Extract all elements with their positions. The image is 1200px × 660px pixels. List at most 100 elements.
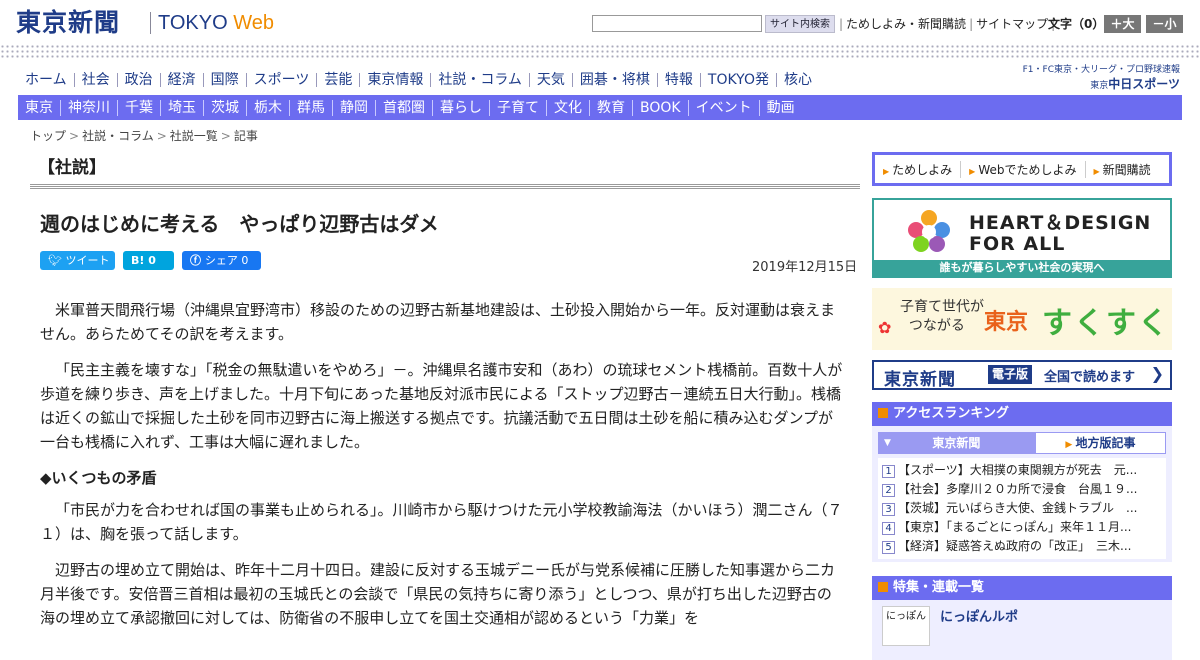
square-bullet-icon [878, 582, 888, 592]
breadcrumb-editorial-list[interactable]: 社説一覧 [170, 129, 218, 143]
nav-region-gunma[interactable]: 群馬 [290, 99, 333, 116]
nav-region-shutoken[interactable]: 首都圏 [376, 99, 433, 116]
rank-number: 5 [882, 541, 895, 554]
rank-number: 3 [882, 503, 895, 516]
series-list-header: 特集・連載一覧 [872, 576, 1172, 600]
main-nav: ホーム 社会 政治 経済 国際 スポーツ 芸能 東京情報 社説・コラム 天気 囲… [18, 67, 819, 93]
rank-number: 2 [882, 484, 895, 497]
nav-society[interactable]: 社会 [75, 73, 118, 87]
nav-kakushin[interactable]: 核心 [777, 73, 819, 87]
nav-region-tochigi[interactable]: 栃木 [247, 99, 290, 116]
trial-subscribe-link[interactable]: ためしよみ・新聞購読 [846, 17, 966, 31]
square-bullet-icon [878, 408, 888, 418]
series-item[interactable]: にっぽん にっぽんルポ [872, 600, 1172, 660]
breadcrumb-current: 記事 [233, 129, 258, 143]
ranking-item-title: 【スポーツ】大相撲の東関親方が死去 元... [898, 463, 1138, 477]
nav-region-saitama[interactable]: 埼玉 [161, 99, 204, 116]
nav-culture[interactable]: 文化 [547, 99, 590, 116]
series-item-title: にっぽんルポ [940, 610, 1019, 625]
nav-entertainment[interactable]: 芸能 [317, 73, 361, 87]
logo-divider [150, 12, 151, 34]
nav-editorial[interactable]: 社説・コラム [431, 73, 530, 87]
facebook-share-button[interactable]: ⓕ シェア 0 [182, 251, 261, 270]
digital-edition-text: 全国で読めます [1044, 370, 1136, 385]
nav-tokyo-info[interactable]: 東京情報 [360, 73, 432, 87]
subscribe-link[interactable]: 新聞購読 [1086, 161, 1159, 178]
trial-reading-link[interactable]: ためしよみ [875, 160, 962, 178]
series-thumbnail: にっぽん [882, 606, 930, 646]
ranking-item[interactable]: 5 【経済】疑惑答えぬ政府の「改正」 三木... [882, 537, 1162, 556]
breadcrumb-editorial[interactable]: 社説・コラム [82, 129, 154, 143]
nav-book[interactable]: BOOK [633, 99, 689, 116]
nav-tokyo-hatsu[interactable]: TOKYO発 [701, 73, 777, 87]
digital-edition-banner[interactable]: 東京新聞 電子版 全国で読めます ❯ [872, 360, 1172, 390]
tab-local-edition[interactable]: ▶ 地方版記事 [1034, 432, 1166, 454]
chunichi-sports-logo: 東京中日スポーツ [1090, 77, 1180, 91]
sidebar: ためしよみ Webでためしよみ 新聞購読 HEART＆DESIGN FOR AL… [872, 152, 1172, 660]
nav-video[interactable]: 動画 [760, 100, 802, 116]
access-ranking-header: アクセスランキング [872, 402, 1172, 426]
sukusuku-logo: すくすく [1042, 306, 1170, 341]
nav-weather[interactable]: 天気 [530, 73, 573, 87]
trial-subscribe-box: ためしよみ Webでためしよみ 新聞購読 [872, 152, 1172, 186]
ranking-item-title: 【東京】「まるごとにっぽん」来年１１月... [898, 520, 1132, 534]
section-title: 【社説】 [38, 158, 106, 178]
nav-region-ibaraki[interactable]: 茨城 [204, 99, 247, 116]
search-button[interactable]: サイト内検索 [765, 15, 835, 33]
facebook-icon: ⓕ [190, 254, 205, 267]
ranking-item[interactable]: 3 【茨城】元いばらき大使、金銭トラブル ... [882, 499, 1162, 518]
heart-design-emblem-icon [908, 210, 950, 252]
web-trial-reading-link[interactable]: Webでためしよみ [961, 160, 1086, 178]
sukusuku-tokyo-label: 東京 [984, 310, 1029, 335]
nav-go-shogi[interactable]: 囲碁・将棋 [573, 73, 658, 87]
ranking-item[interactable]: 4 【東京】「まるごとにっぽん」来年１１月... [882, 518, 1162, 537]
chevron-right-icon: ❯ [1150, 364, 1164, 383]
font-larger-button[interactable]: ＋大 [1104, 15, 1141, 33]
tokyo-sukusuku-banner[interactable]: ✿ 子育て世代が つながる 東京 すくすく [872, 288, 1172, 350]
ranking-list: 1 【スポーツ】大相撲の東関親方が死去 元... 2 【社会】多摩川２０カ所で浸食 … [878, 458, 1166, 559]
tab-tokyo-shimbun[interactable]: ▼ 東京新聞 [878, 432, 1035, 454]
nav-education[interactable]: 教育 [590, 99, 633, 116]
nav-politics[interactable]: 政治 [118, 73, 161, 87]
twitter-bird-icon: 🐦︎ [48, 254, 66, 267]
nav-events[interactable]: イベント [689, 99, 760, 116]
nav-lifestyle[interactable]: 暮らし [433, 99, 490, 116]
heart-design-title-2: FOR ALL [969, 233, 1066, 255]
digital-edition-badge: 電子版 [988, 365, 1033, 384]
chunichi-sports-link[interactable]: F1・FC東京・大リーグ・プロ野球速報 東京中日スポーツ [1014, 64, 1180, 94]
article-paragraph: 「民主主義を壊すな」「税金の無駄遣いをやめろ」－。沖縄県名護市安和（あわ）の琉球… [40, 361, 843, 451]
site-header: 東京新聞 TOKYO Web サイト内検索 | ためしよみ・新聞購読 | サイトマップ… [0, 0, 1200, 44]
nav-tokuho[interactable]: 特報 [658, 73, 701, 87]
ranking-item-title: 【茨城】元いばらき大使、金銭トラブル ... [898, 501, 1138, 515]
brand-tokyo: TOKYO [158, 12, 228, 34]
ranking-item[interactable]: 2 【社会】多摩川２０カ所で浸食 台風１９... [882, 480, 1162, 499]
nav-parenting[interactable]: 子育て [490, 99, 547, 116]
tokyo-shimbun-logo[interactable]: 東京新聞 [16, 8, 120, 38]
hatena-bookmark-button[interactable]: B! 0 [123, 251, 174, 270]
tokyo-web-brand[interactable]: TOKYO Web [158, 11, 274, 35]
article-date: 2019年12月15日 [752, 260, 858, 275]
nav-sports[interactable]: スポーツ [247, 73, 318, 87]
article-paragraph: 辺野古の埋め立て開始は、昨年十二月十四日。建設に反対する玉城デニー氏が与党系候補… [40, 561, 836, 627]
nav-region-shizuoka[interactable]: 静岡 [333, 99, 376, 116]
chunichi-sports-tagline: F1・FC東京・大リーグ・プロ野球速報 [1022, 65, 1180, 75]
article-headline: 週のはじめに考える やっぱり辺野古はダメ [40, 212, 439, 236]
heart-design-caption: 誰もが暮らしやすい社会の実現へ [874, 260, 1170, 276]
nav-home[interactable]: ホーム [18, 73, 75, 87]
search-input[interactable] [592, 15, 762, 32]
breadcrumb-top[interactable]: トップ [30, 129, 66, 143]
nav-international[interactable]: 国際 [204, 73, 247, 87]
nav-region-chiba[interactable]: 千葉 [118, 99, 161, 116]
font-smaller-button[interactable]: －小 [1146, 15, 1183, 33]
sitemap-link[interactable]: サイトマップ [976, 17, 1048, 31]
share-buttons: 🐦︎ ツイート B! 0 ⓕ シェア 0 [40, 251, 269, 270]
tweet-button[interactable]: 🐦︎ ツイート [40, 251, 115, 270]
triangle-right-icon: ▶ [1065, 440, 1076, 450]
nav-region-tokyo[interactable]: 東京 [18, 99, 61, 116]
ranking-item[interactable]: 1 【スポーツ】大相撲の東関親方が死去 元... [882, 461, 1162, 480]
nav-economy[interactable]: 経済 [161, 73, 204, 87]
nav-region-kanagawa[interactable]: 神奈川 [61, 99, 118, 116]
heart-design-banner[interactable]: HEART＆DESIGN FOR ALL 誰もが暮らしやすい社会の実現へ [872, 198, 1172, 278]
article-body: 米軍普天間飛行場（沖縄県宜野湾市）移設のための辺野古新基地建設は、土砂投入開始か… [40, 298, 846, 642]
breadcrumb: トップ > 社説・コラム > 社説一覧 > 記事 [30, 129, 258, 143]
